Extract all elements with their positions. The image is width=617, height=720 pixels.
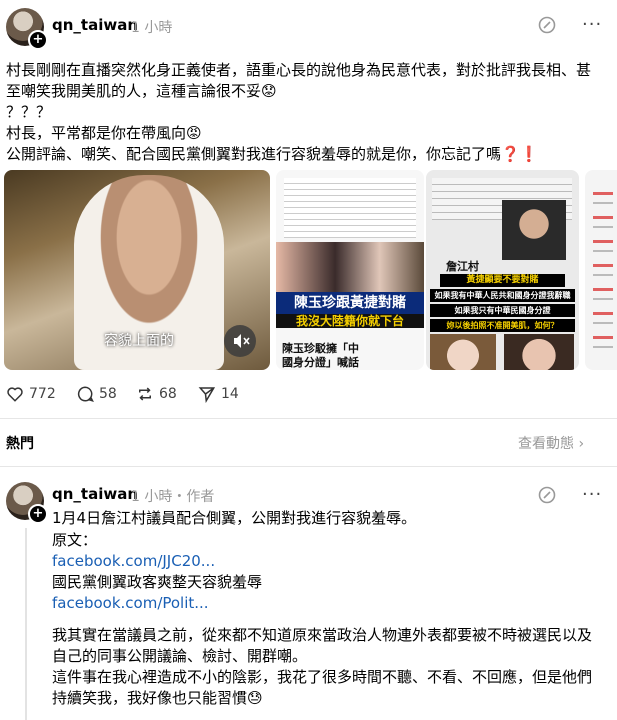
person-photo [502,200,566,260]
woman-photo-right [504,334,574,370]
reply-para-1a: 我其實在當議員之前，從來都不知道原來當政治人物連外表都要被不時被選民以及 [52,626,593,644]
subheadline-2: 國身分證」喊話 [282,356,359,369]
card-line-1: 黃捷顯要不要對賭 [440,274,565,287]
video-thumbnail[interactable]: 容貌上面的 [4,170,270,370]
follow-plus-icon[interactable]: + [28,30,48,50]
comment-button[interactable]: 58 [76,385,117,403]
send-icon [198,387,216,403]
post-line-3: ？？？ [6,103,52,121]
reply-line-1: 1月4日詹江村議員配合側翼，公開對我進行容貌羞辱。 [52,509,417,527]
comment-icon [77,386,94,402]
view-activity-label: 查看動態 [518,436,574,452]
reply-time-value: 1 小時 [131,489,173,505]
divider [0,466,617,467]
repost-count: 68 [159,386,177,402]
quote-card-image[interactable]: 詹江村 黃捷顯要不要對賭 如果我有中華人民共和國身分證我辭職 如果我只有中華民國… [426,170,579,370]
follow-plus-icon[interactable]: + [28,504,48,524]
edit-icon[interactable] [538,486,556,504]
edit-icon[interactable] [538,16,556,34]
card-line-2: 如果我有中華人民共和國身分證我辭職 [430,289,575,302]
post-line-5: 公開評論、嘲笑、配合國民黨側翼對我進行容貌羞辱的就是你，你忘記了嗎❓❗ [6,145,539,163]
mute-button[interactable] [224,325,256,357]
reply-thread-line [25,528,27,720]
replies-sort-label[interactable]: 熱門 [6,433,34,453]
like-button[interactable]: 772 [6,385,56,403]
reply-time: 1 小時・作者 [131,486,214,506]
reply-link-1[interactable]: facebook.com/JJC20... [52,551,612,572]
post-line-1: 村長剛剛在直播突然化身正義使者，語重心長的說他身為民意代表，對於批評我長相、甚 [6,61,592,79]
screenshot-text-lines [284,178,416,238]
reply-para-2a: 這件事在我心裡造成不小的陰影，我花了很多時間不聽、不看、不回應，但是他們 [52,668,593,686]
heart-icon [7,387,23,402]
avatar[interactable]: + [6,8,48,50]
reply-para-1b: 自己的同事公開議論、檢討、開群嘲。 [52,647,308,665]
news-screenshot-image[interactable]: 陳玉珍跟黃捷對賭 我沒大陸籍你就下台 陳玉珍駁擁「中 國身分證」喊話 [276,170,424,370]
card-name: 詹江村 [446,260,479,273]
reply-username[interactable]: qn_taiwan [52,485,138,503]
like-count: 772 [29,386,56,402]
headline-banner-1: 陳玉珍跟黃捷對賭 [276,292,424,314]
card-line-3: 如果我只有中華民國身分證 [430,304,575,317]
video-caption: 容貌上面的 [104,333,174,349]
repost-icon [139,387,151,401]
more-options-icon[interactable]: ··· [582,484,604,506]
post-line-4: 村長，平常都是你在帶風向😡 [6,124,202,142]
share-button[interactable]: 14 [198,385,239,403]
reply-para-2b: 持續笑我，我好像也只能習慣😓 [52,689,263,707]
view-activity-link[interactable]: 查看動態 › [518,433,584,453]
more-options-icon[interactable]: ··· [582,14,604,36]
headline-banner-2: 我沒大陸籍你就下台 [276,314,424,328]
reply-line-3: 國民黨側翼政客爽整天容貌羞辱 [52,573,263,591]
share-count: 14 [221,386,239,402]
card-line-4: 妳以後拍照不准開美肌，如何？ [430,319,575,332]
chevron-right-icon: › [578,436,585,452]
next-media-preview[interactable] [585,170,617,370]
reply-line-2: 原文： [52,531,98,549]
comment-count: 58 [99,386,117,402]
reply-link-2[interactable]: facebook.com/Polit... [52,593,612,614]
people-photo [276,242,424,292]
reply-avatar[interactable]: + [6,482,48,524]
post-username[interactable]: qn_taiwan [52,16,138,34]
woman-photo-left [430,334,496,370]
author-tag: 作者 [186,489,215,505]
divider [0,418,617,419]
post-time: 1 小時 [131,20,173,36]
post-line-2: 至嘲笑我開美肌的人，這種言論很不妥😟 [6,82,277,100]
meta-separator: ・ [172,489,187,505]
repost-button[interactable]: 68 [136,385,177,403]
preview-dots [593,180,613,360]
